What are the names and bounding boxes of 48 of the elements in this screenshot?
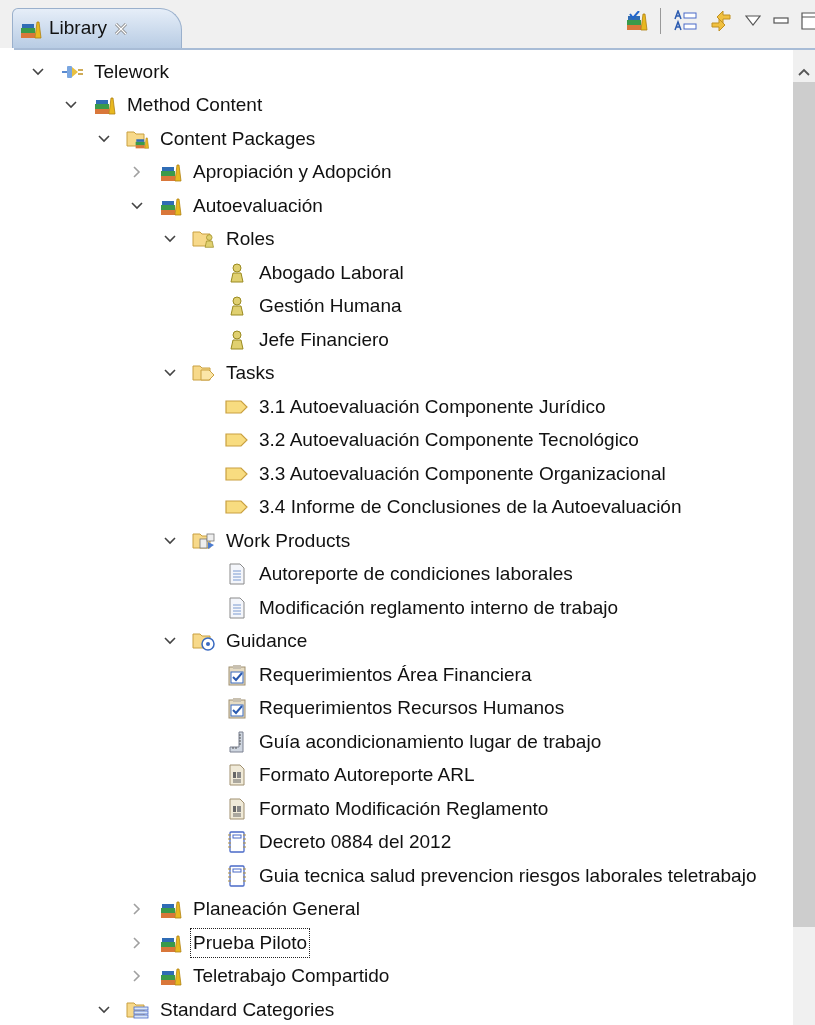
tree-item-label[interactable]: Planeación General [190,894,363,925]
tree-item-label[interactable]: Apropiación y Adopción [190,157,395,188]
tree-item-label[interactable]: Decreto 0884 del 2012 [256,827,455,858]
tree-item-label[interactable]: Guidance [223,626,311,657]
tree-item-label[interactable]: Telework [91,56,172,87]
tree-item-label[interactable]: Requerimientos Área Financiera [256,659,535,690]
tree-item-label[interactable]: Formato Modificación Reglamento [256,793,552,824]
books-icon [93,94,117,117]
tab-label: Library [49,16,108,41]
tree-item-label[interactable]: Autoreporte de condiciones laborales [256,559,576,590]
tree-item-label[interactable]: Prueba Piloto [190,927,311,958]
tree-item-label[interactable]: Guia tecnica salud prevencion riesgos laborales teletrabajo [256,860,760,891]
clipboard-check-icon [225,697,249,720]
maximize-icon[interactable] [801,12,815,30]
tree-item-label[interactable]: 3.2 Autoevaluación Componente Tecnológico [256,425,642,456]
tree-item-label[interactable]: Method Content [124,90,266,121]
folder-icon [192,630,216,653]
tree-item-label[interactable]: Standard Categories [157,994,338,1025]
tree-item-label[interactable]: Jefe Financiero [256,324,392,355]
tree-item-label[interactable]: Formato Autoreporte ARL [256,760,478,791]
tree-item-label[interactable]: Teletrabajo Compartido [190,961,393,992]
tree-item-label[interactable]: Work Products [223,525,354,556]
tree-item-label[interactable]: Tasks [223,358,278,389]
clipboard-check-icon [225,663,249,686]
library-tab[interactable]: Library [12,8,182,48]
notebook-icon [225,864,249,887]
tree-item-label[interactable]: Roles [223,224,278,255]
tree-item-label[interactable]: 3.3 Autoevaluación Componente Organizacional [256,458,669,489]
tree-item-label[interactable]: Gestión Humana [256,291,405,322]
tree-item-label[interactable]: Guía acondicionamiento lugar de trabajo [256,726,605,757]
notebook-icon [225,831,249,854]
folder-icon [192,228,216,251]
minimize-icon[interactable] [773,16,789,26]
books-icon [159,965,183,988]
tree-item-label[interactable]: Autoevaluación [190,190,326,221]
link-arrows-icon[interactable] [709,9,733,33]
tree-item-label[interactable]: Abogado Laboral [256,257,407,288]
books-check-icon[interactable] [626,11,648,31]
tree-item-label[interactable]: Requerimientos Recursos Humanos [256,693,568,724]
tree-item-label[interactable]: 3.4 Informe de Conclusiones de la Autoevaluación [256,492,685,523]
books-icon [159,161,183,184]
tree-item-label[interactable]: 3.1 Autoevaluación Componente Jurídico [256,391,609,422]
books-icon [159,898,183,921]
tree-item-label[interactable]: Modificación reglamento interno de trabajo [256,592,622,623]
tree-item-label[interactable]: Content Packages [157,123,319,154]
alphabetical-list-icon[interactable] [673,10,697,32]
view-menu-icon[interactable] [745,15,761,27]
scroll-up-icon[interactable] [798,68,810,76]
